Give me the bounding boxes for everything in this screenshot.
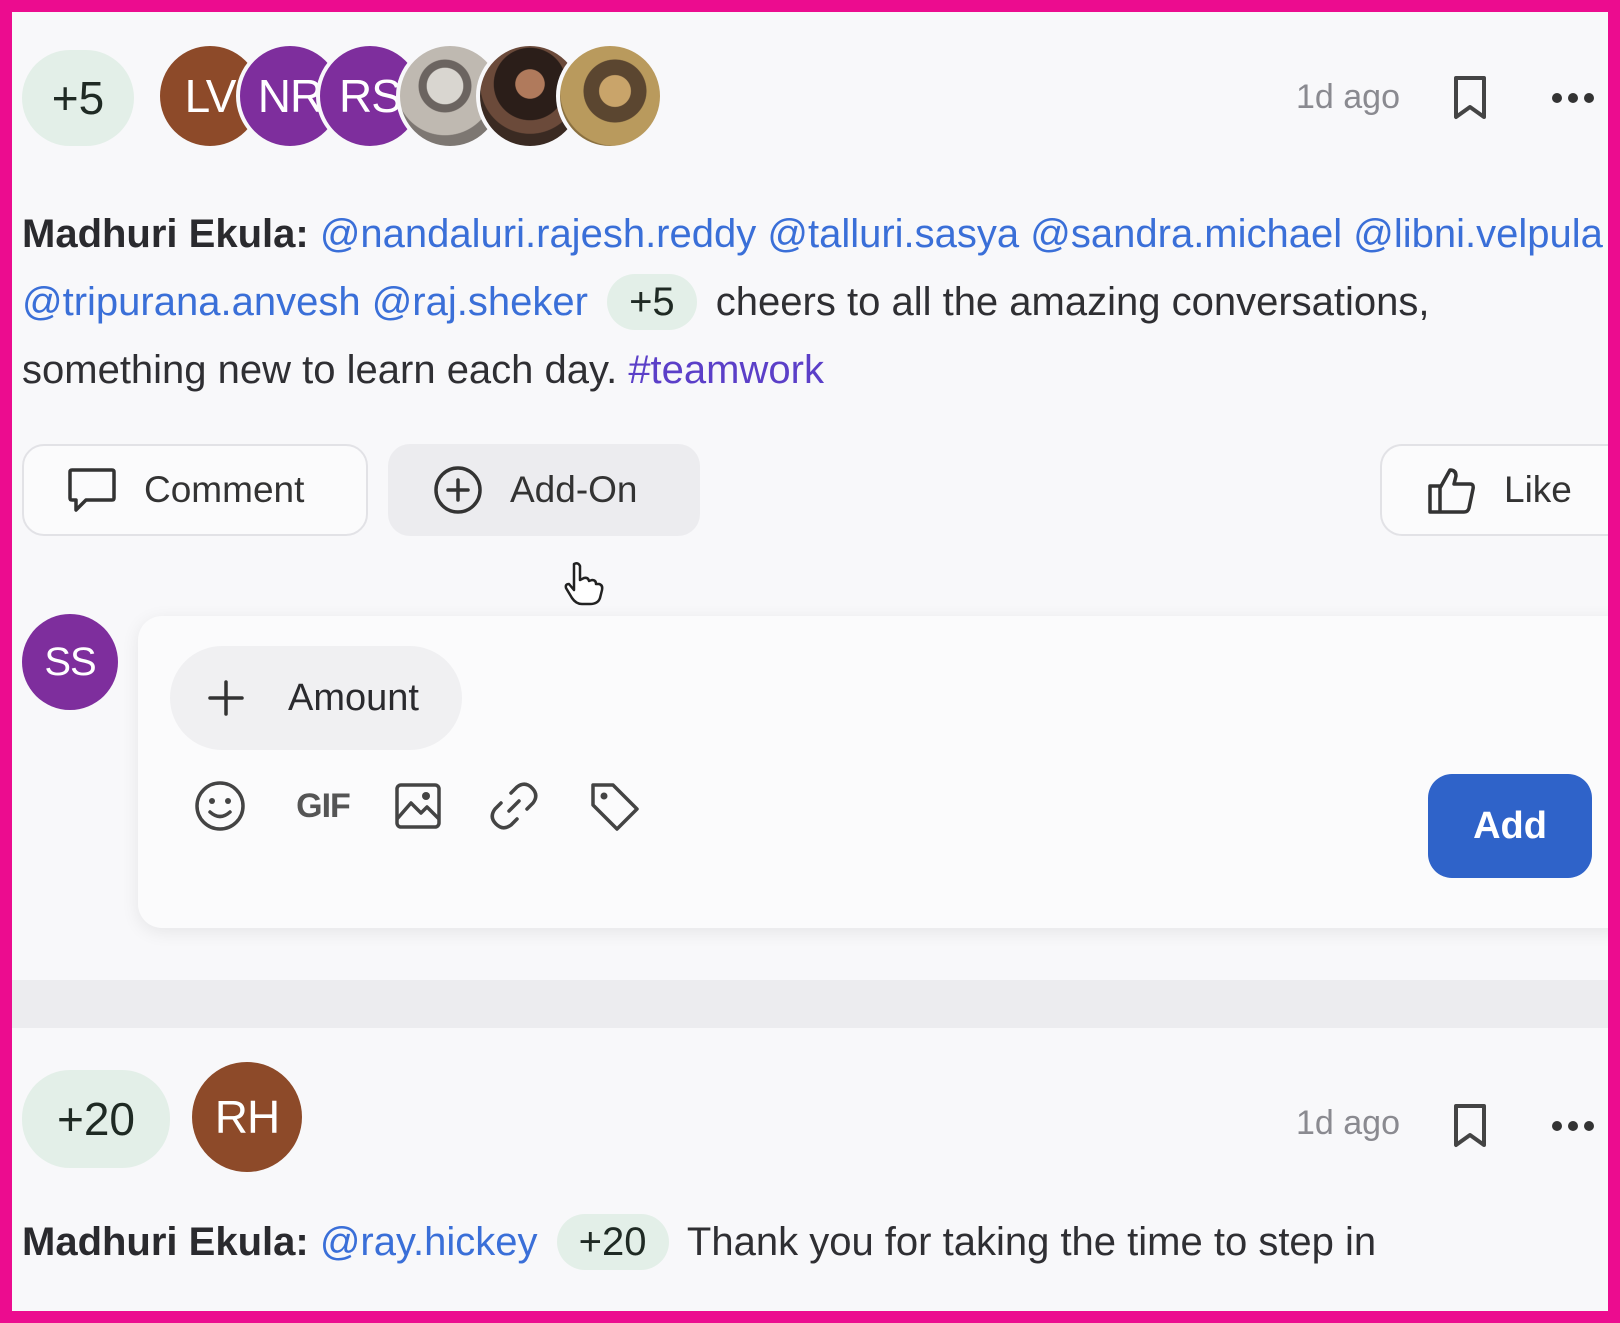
points-badge: +20 — [22, 1070, 170, 1168]
hashtag-link[interactable]: #teamwork — [628, 348, 824, 392]
current-user-avatar: SS — [22, 614, 118, 710]
comment-composer: Amount GIF Add — [138, 616, 1620, 928]
thumbs-up-icon — [1428, 468, 1475, 514]
post-card: +5 LV NR RS 1d ago Madhuri Ekula: @nanda… — [0, 0, 1620, 980]
author-name[interactable]: Madhuri Ekula: — [22, 1220, 309, 1264]
comment-icon — [68, 468, 116, 512]
emoji-icon[interactable] — [190, 776, 250, 836]
bookmark-icon[interactable] — [1448, 70, 1492, 126]
points-badge: +5 — [22, 50, 134, 146]
post-message: Madhuri Ekula: @ray.hickey +20 Thank you… — [22, 1208, 1612, 1276]
mention-link[interactable]: @nandaluri.rajesh.reddy — [320, 212, 756, 256]
mention-link[interactable]: @raj.sheker — [372, 280, 588, 324]
timestamp: 1d ago — [1296, 78, 1400, 116]
mention-link[interactable]: @libni.velpula — [1353, 212, 1603, 256]
avatar[interactable]: RH — [192, 1062, 302, 1172]
post-card: +20 RH 1d ago Madhuri Ekula: @ray.hickey… — [0, 1028, 1620, 1323]
bookmark-icon[interactable] — [1448, 1098, 1492, 1154]
plus-icon — [208, 680, 244, 716]
image-icon[interactable] — [388, 776, 448, 836]
hand-cursor-icon — [564, 562, 604, 606]
message-text: Thank you for taking the time to step in — [686, 1220, 1377, 1264]
post-message: Madhuri Ekula: @nandaluri.rajesh.reddy @… — [22, 200, 1612, 404]
gif-button[interactable]: GIF — [288, 776, 358, 836]
comment-button[interactable]: Comment — [22, 444, 368, 536]
mention-link[interactable]: @talluri.sasya — [767, 212, 1019, 256]
tag-icon[interactable] — [584, 776, 644, 836]
amount-label: Amount — [288, 676, 419, 719]
author-name[interactable]: Madhuri Ekula: — [22, 212, 309, 256]
add-button[interactable]: Add — [1428, 774, 1592, 878]
more-icon[interactable] — [1548, 1108, 1598, 1144]
amount-chip[interactable]: Amount — [170, 646, 462, 750]
gif-label: GIF — [296, 786, 351, 825]
like-button[interactable]: Like — [1380, 444, 1620, 536]
feed-separator — [0, 980, 1620, 1028]
addon-label: Add-On — [510, 469, 638, 510]
mention-link[interactable]: @sandra.michael — [1030, 212, 1342, 256]
mention-link[interactable]: @tripurana.anvesh — [22, 280, 361, 324]
mention-link[interactable]: @ray.hickey — [320, 1220, 538, 1264]
plus-circle-icon — [434, 466, 482, 514]
link-icon[interactable] — [484, 776, 544, 836]
inline-points-badge: +20 — [556, 1214, 669, 1270]
inline-points-badge: +5 — [607, 274, 697, 330]
comment-label: Comment — [144, 469, 305, 510]
timestamp: 1d ago — [1296, 1104, 1400, 1142]
more-icon[interactable] — [1548, 80, 1598, 116]
like-label: Like — [1504, 469, 1572, 510]
addon-button[interactable]: Add-On — [388, 444, 700, 536]
avatar-photo[interactable] — [556, 42, 664, 150]
